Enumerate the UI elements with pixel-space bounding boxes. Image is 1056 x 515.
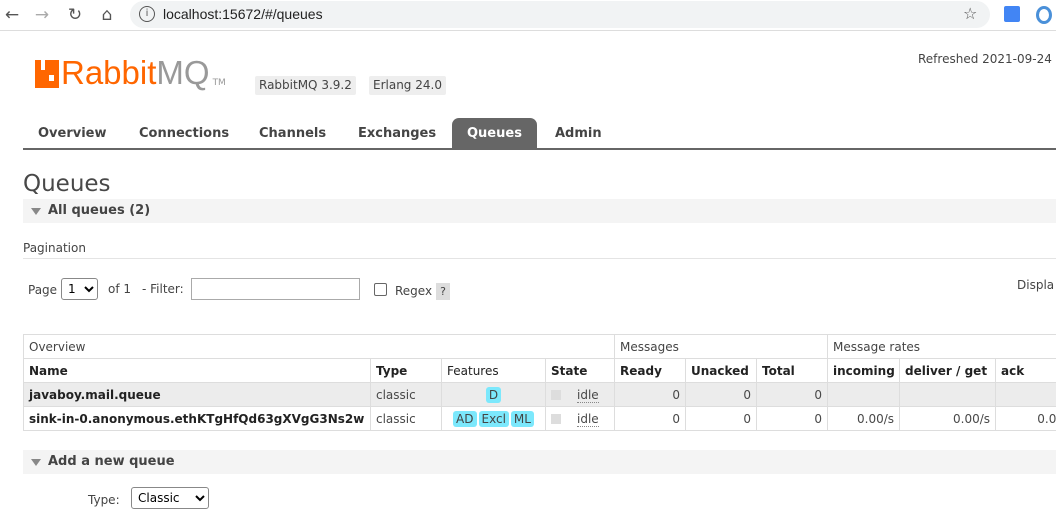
- feature-badge: Excl: [478, 410, 509, 427]
- back-icon[interactable]: ←: [2, 5, 22, 25]
- state: idle: [545, 406, 615, 431]
- filter-label: - Filter:: [142, 282, 184, 296]
- rabbit-logo-icon: [35, 60, 59, 88]
- page-title: Queues: [23, 171, 111, 197]
- total: 0: [755, 382, 829, 407]
- display-label: Displa: [1017, 278, 1055, 292]
- bookmark-star-icon[interactable]: ☆: [963, 4, 977, 23]
- state-indicator: [551, 390, 561, 400]
- group-overview: Overview: [23, 334, 615, 359]
- features: D: [441, 382, 546, 407]
- type-label: Type:: [88, 493, 120, 507]
- col-ack[interactable]: ack: [995, 358, 1056, 383]
- queue-type-select[interactable]: Classic: [131, 487, 209, 509]
- group-message-rates: Message rates: [827, 334, 1056, 359]
- main-tabs: Overview Connections Channels Exchanges …: [23, 118, 1056, 150]
- feature-badge: AD: [453, 410, 477, 427]
- forward-icon[interactable]: →: [32, 5, 52, 25]
- extension-icon[interactable]: [1036, 6, 1052, 24]
- feature-badge: D: [485, 386, 502, 403]
- col-features: Features: [441, 358, 546, 383]
- filter-input[interactable]: [191, 278, 360, 300]
- ready: 0: [614, 382, 686, 407]
- queues-table: Overview Messages Message rates Name Typ…: [23, 334, 1056, 431]
- tab-exchanges[interactable]: Exchanges: [343, 118, 451, 149]
- add-queue-toggle[interactable]: Add a new queue: [23, 450, 1056, 474]
- divider: [23, 258, 1056, 259]
- total: 0: [755, 406, 829, 431]
- refreshed-text[interactable]: Refreshed 2021-09-24: [918, 52, 1052, 66]
- pagination-title: Pagination: [23, 241, 86, 255]
- incoming: [827, 382, 901, 407]
- deliver-get: 0.00/s: [899, 406, 997, 431]
- queue-type: classic: [370, 382, 442, 407]
- tab-overview[interactable]: Overview: [23, 118, 122, 149]
- ack: 0.00/: [995, 406, 1056, 431]
- col-state[interactable]: State: [545, 358, 615, 383]
- reload-icon[interactable]: ↻: [65, 5, 85, 25]
- incoming: 0.00/s: [827, 406, 901, 431]
- state-indicator: [551, 414, 561, 424]
- col-incoming[interactable]: incoming: [827, 358, 901, 383]
- browser-toolbar: ← → ↻ ⌂ i localhost:15672/#/queues ☆: [0, 0, 1056, 31]
- help-button[interactable]: ?: [436, 283, 450, 300]
- table-row[interactable]: sink-in-0.anonymous.ethKTgHfQd63gXVgG3Ns…: [23, 406, 1056, 431]
- deliver-get: [899, 382, 997, 407]
- ack: [995, 382, 1056, 407]
- page-count: of 1: [108, 282, 132, 296]
- erlang-badge: Erlang 24.0: [369, 76, 446, 95]
- tab-connections[interactable]: Connections: [124, 118, 244, 149]
- page-select[interactable]: 1: [61, 278, 98, 300]
- state: idle: [545, 382, 615, 407]
- col-unacked[interactable]: Unacked: [685, 358, 757, 383]
- col-name[interactable]: Name: [23, 358, 371, 383]
- version-badge: RabbitMQ 3.9.2: [255, 76, 356, 95]
- tab-queues[interactable]: Queues: [452, 118, 537, 149]
- tab-admin[interactable]: Admin: [540, 118, 617, 149]
- feature-badge: ML: [510, 410, 534, 427]
- all-queues-toggle[interactable]: All queues (2): [23, 199, 1056, 223]
- col-ready[interactable]: Ready: [614, 358, 686, 383]
- col-type[interactable]: Type: [370, 358, 442, 383]
- table-row[interactable]: javaboy.mail.queue classic D idle 0 0 0: [23, 382, 1056, 407]
- unacked: 0: [685, 406, 757, 431]
- tab-channels[interactable]: Channels: [244, 118, 341, 149]
- features: AD Excl ML: [441, 406, 546, 431]
- queue-name-link[interactable]: sink-in-0.anonymous.ethKTgHfQd63gXVgG3Ns…: [23, 406, 371, 431]
- info-icon[interactable]: i: [139, 6, 155, 22]
- page-label: Page: [28, 283, 58, 297]
- col-total[interactable]: Total: [755, 358, 829, 383]
- group-messages: Messages: [613, 334, 829, 359]
- address-bar[interactable]: i localhost:15672/#/queues: [130, 1, 990, 28]
- rabbitmq-logo: Rabbit MQ TM: [35, 56, 226, 89]
- regex-label: Regex: [395, 284, 433, 298]
- ready: 0: [614, 406, 686, 431]
- home-icon[interactable]: ⌂: [97, 5, 117, 25]
- queue-type: classic: [370, 406, 442, 431]
- regex-checkbox[interactable]: [374, 283, 387, 296]
- unacked: 0: [685, 382, 757, 407]
- translate-extension-icon[interactable]: [1004, 6, 1020, 22]
- col-deliver-get[interactable]: deliver / get: [899, 358, 997, 383]
- queue-name-link[interactable]: javaboy.mail.queue: [23, 382, 371, 407]
